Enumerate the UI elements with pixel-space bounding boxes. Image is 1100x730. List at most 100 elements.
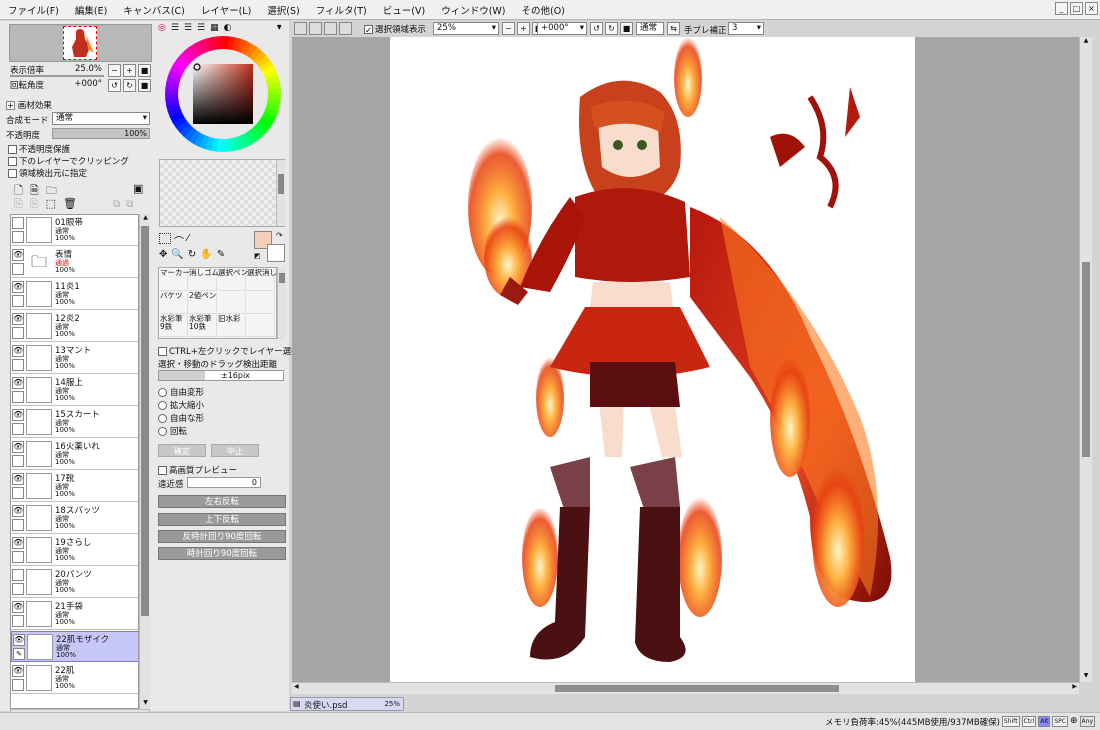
layer-row[interactable]: 👁 17靴 通常 100% [11,471,138,502]
layer-row[interactable]: 20パンツ 通常 100% [11,567,138,598]
swap-colors-icon[interactable]: ↷ [276,231,283,240]
zoom-select[interactable]: 25% ▾ [433,22,499,35]
lock-toggle[interactable] [12,679,24,691]
eye-icon[interactable]: 👁 [12,345,24,357]
color-wheel[interactable] [164,35,282,153]
close-button[interactable]: × [1085,2,1098,15]
toolbar-zoom-in-button[interactable]: + [517,22,530,35]
menu-item-2[interactable]: キャンバス(C) [115,3,193,17]
invert-selection-button[interactable] [324,22,337,35]
lock-toggle[interactable] [12,359,24,371]
rotate-reset-button[interactable]: ■ [138,79,151,92]
menu-item-6[interactable]: ビュー(V) [375,3,433,17]
visibility-toggle[interactable] [12,217,24,229]
navigator-preview[interactable] [9,24,152,62]
eye-icon[interactable]: 👁 [12,601,24,613]
layer-row[interactable]: 👁 12炎2 通常 100% [11,311,138,342]
eye-icon[interactable]: 👁 [12,505,24,517]
document-tab[interactable]: ▤ 炎使い.psd 25% [290,697,404,711]
canvas-document[interactable] [390,37,915,682]
eye-icon[interactable]: 👁 [12,249,24,261]
transparent-color-icon[interactable]: ◩ [254,252,261,260]
rgb-slider-tab-icon[interactable]: ☰ [171,23,179,33]
lock-toggle[interactable] [12,583,24,595]
lock-toggle[interactable] [12,487,24,499]
lock-toggle[interactable] [12,455,24,467]
toolbar-rotate-reset-button[interactable]: ■ [620,22,633,35]
brush-slot[interactable] [247,315,275,337]
transform-radio[interactable] [158,401,167,410]
layer-row[interactable]: 👁 13マント 通常 100% [11,343,138,374]
flip-vertical-button[interactable]: 上下反転 [158,513,286,526]
brush-slot[interactable]: 選択ペン [218,269,248,291]
flip-horizontal-button[interactable]: 左右反転 [158,495,286,508]
lock-toggle[interactable] [12,327,24,339]
perspective-field[interactable]: 0 [187,477,261,488]
clear-selection-button[interactable] [339,22,352,35]
cancel-button[interactable]: 中止 [211,444,259,457]
maximize-button[interactable]: □ [1070,2,1083,15]
pencil-icon[interactable]: ✎ [13,648,25,660]
canvas-hscrollbar[interactable]: ◀ ▶ [292,682,1079,694]
brush-slot[interactable] [247,292,275,314]
rotate-right-button[interactable]: ↻ [123,79,136,92]
layer-row[interactable]: 👁 🗀 表情 通過 100% [11,247,138,278]
minimize-button[interactable]: _ [1055,2,1068,15]
eye-icon[interactable]: 👁 [12,665,24,677]
merge-visible-icon[interactable]: ⧉ [113,199,120,210]
selection-toggle-checkbox[interactable]: ✓ [364,25,373,36]
lock-toggle[interactable] [12,551,24,563]
scratchpad-tab-icon[interactable]: ◐ [224,23,232,33]
expand-icon[interactable]: + [6,101,15,110]
canvas-area[interactable] [292,37,1079,682]
eye-icon[interactable]: 👁 [12,377,24,389]
menu-item-4[interactable]: 選択(S) [259,3,307,17]
selection-source-checkbox[interactable] [8,169,17,178]
toolbar-rotate-left-button[interactable]: ↺ [590,22,603,35]
rect-select-icon[interactable] [159,233,171,244]
rotate-icon[interactable]: ↻ [188,249,196,260]
angle-select[interactable]: +000° ▾ [537,22,587,35]
menu-item-5[interactable]: フィルタ(T) [308,3,375,17]
rotate-ccw-button[interactable]: 反時計回り90度回転 [158,530,286,543]
zoom-out-button[interactable]: − [108,64,121,77]
layer-menu-icon[interactable]: ▣ [133,182,143,195]
eye-icon[interactable]: 👁 [12,313,24,325]
menu-item-7[interactable]: ウィンドウ(W) [433,3,513,17]
opacity-slider[interactable]: 100% [52,128,150,139]
layer-row[interactable]: 👁 21手袋 通常 100% [11,599,138,630]
lock-toggle[interactable] [12,391,24,403]
layer-row[interactable]: 01眼帯 通常 100% [11,215,138,246]
lock-toggle[interactable] [12,615,24,627]
menu-item-1[interactable]: 編集(E) [67,3,115,17]
brush-slot[interactable]: 選択消し [247,269,277,291]
drag-distance-slider[interactable]: ±16pix [158,370,284,381]
color-wheel-tab-icon[interactable]: ◎ [158,23,166,33]
brush-slot[interactable]: 2値ペン [189,292,217,314]
brush-slot[interactable] [218,292,246,314]
eye-icon[interactable]: 👁 [12,473,24,485]
lock-toggle[interactable] [12,231,24,243]
brush-slot[interactable]: マーカー [160,269,190,291]
confirm-button[interactable]: 確定 [158,444,206,457]
mixer-tab-icon[interactable]: ☰ [197,23,205,33]
lock-toggle[interactable] [12,263,24,275]
merge-down-icon[interactable]: ⎘ [30,197,39,211]
layer-row[interactable]: 👁 18スパッツ 通常 100% [11,503,138,534]
merge-all-icon[interactable]: ⧉ [126,199,133,210]
stabilizer-select[interactable]: 3 ▾ [728,22,764,35]
toolbar-zoom-out-button[interactable]: − [502,22,515,35]
canvas-vscrollbar[interactable]: ▲ ▼ [1079,37,1092,682]
brush-slot[interactable]: 消しゴム [189,269,219,291]
lock-toggle[interactable] [12,423,24,435]
zoom-icon[interactable]: 🔍 [171,249,183,260]
visibility-toggle[interactable] [12,569,24,581]
zoom-in-button[interactable]: + [123,64,136,77]
layer-row[interactable]: 👁 19さらし 通常 100% [11,535,138,566]
transform-radio[interactable] [158,414,167,423]
brush-slot[interactable]: 水彩筆 9鉄 [160,315,188,337]
layer-row[interactable]: 👁 15スカート 通常 100% [11,407,138,438]
layer-list-scrollbar[interactable]: ▲ ▼ [139,214,150,709]
swatch-tab-icon[interactable]: ▦ [210,23,219,33]
eyedropper-icon[interactable]: ✎ [217,249,225,260]
